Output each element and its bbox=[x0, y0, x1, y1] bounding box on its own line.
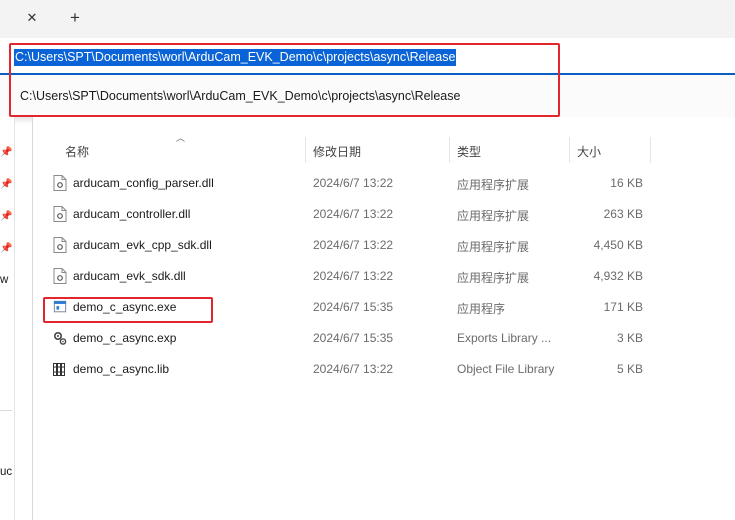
file-row[interactable]: arducam_controller.dll 2024/6/7 13:22 应用… bbox=[33, 199, 735, 230]
file-type: 应用程序 bbox=[457, 302, 506, 316]
navigation-pane bbox=[0, 117, 15, 520]
file-date: 2024/6/7 13:22 bbox=[313, 176, 394, 190]
file-type: 应用程序扩展 bbox=[457, 240, 530, 254]
file-name: arducam_config_parser.dll bbox=[73, 176, 214, 190]
column-divider[interactable] bbox=[650, 137, 651, 163]
file-date: 2024/6/7 15:35 bbox=[313, 331, 394, 345]
column-divider[interactable] bbox=[305, 137, 306, 163]
file-name: arducam_controller.dll bbox=[73, 207, 191, 221]
file-name: arducam_evk_sdk.dll bbox=[73, 269, 186, 283]
column-header-row bbox=[33, 117, 735, 165]
lib-file-icon bbox=[53, 363, 65, 376]
file-row[interactable]: arducam_evk_sdk.dll 2024/6/7 13:22 应用程序扩… bbox=[33, 261, 735, 292]
file-row[interactable]: demo_c_async.exp 2024/6/7 15:35 Exports … bbox=[33, 323, 735, 354]
nav-item-label[interactable]: uc bbox=[0, 466, 12, 478]
file-size: 263 KB bbox=[603, 207, 643, 221]
column-divider[interactable] bbox=[449, 137, 450, 163]
column-header-size[interactable]: 大小 bbox=[577, 143, 601, 160]
file-date: 2024/6/7 13:22 bbox=[313, 362, 394, 376]
highlight-box-exe bbox=[43, 297, 213, 323]
column-divider[interactable] bbox=[569, 137, 570, 163]
file-date: 2024/6/7 13:22 bbox=[313, 207, 394, 221]
file-size: 4,932 KB bbox=[593, 269, 643, 283]
file-size: 3 KB bbox=[616, 331, 643, 345]
file-type: 应用程序扩展 bbox=[457, 178, 530, 192]
pin-icon[interactable]: 📌 bbox=[0, 243, 12, 255]
dll-file-icon bbox=[53, 268, 67, 284]
file-date: 2024/6/7 13:22 bbox=[313, 238, 394, 252]
file-size: 16 KB bbox=[610, 176, 643, 190]
dll-file-icon bbox=[53, 206, 67, 222]
file-type: Object File Library bbox=[457, 362, 555, 376]
file-name: arducam_evk_cpp_sdk.dll bbox=[73, 238, 212, 252]
file-row[interactable]: demo_c_async.lib 2024/6/7 13:22 Object F… bbox=[33, 354, 735, 385]
nav-divider bbox=[0, 410, 12, 411]
column-header-type[interactable]: 类型 bbox=[457, 143, 481, 160]
file-type: Exports Library ... bbox=[457, 331, 552, 345]
nav-item-label[interactable]: w bbox=[0, 274, 8, 286]
file-date: 2024/6/7 13:22 bbox=[313, 269, 394, 283]
file-name: demo_c_async.exp bbox=[73, 331, 177, 345]
file-row[interactable]: arducam_evk_cpp_sdk.dll 2024/6/7 13:22 应… bbox=[33, 230, 735, 261]
file-name: demo_c_async.lib bbox=[73, 362, 170, 376]
pin-icon[interactable]: 📌 bbox=[0, 147, 12, 159]
file-type: 应用程序扩展 bbox=[457, 209, 530, 223]
highlight-box-address bbox=[9, 43, 560, 117]
new-tab-button[interactable]: + bbox=[66, 9, 84, 27]
file-date: 2024/6/7 15:35 bbox=[313, 300, 394, 314]
pin-icon[interactable]: 📌 bbox=[0, 211, 12, 223]
dll-file-icon bbox=[53, 237, 67, 253]
tab-strip bbox=[0, 0, 735, 38]
close-tab-icon[interactable]: ✕ bbox=[24, 10, 40, 26]
column-header-date[interactable]: 修改日期 bbox=[313, 143, 361, 160]
exp-file-icon bbox=[53, 331, 67, 345]
pin-icon[interactable]: 📌 bbox=[0, 179, 12, 191]
file-size: 171 KB bbox=[603, 300, 643, 314]
file-type: 应用程序扩展 bbox=[457, 271, 530, 285]
column-header-name[interactable]: 名称 bbox=[65, 143, 89, 160]
dll-file-icon bbox=[53, 175, 67, 191]
sort-ascending-icon: ︿ bbox=[176, 133, 186, 143]
file-size: 5 KB bbox=[616, 362, 643, 376]
file-row[interactable]: arducam_config_parser.dll 2024/6/7 13:22… bbox=[33, 168, 735, 199]
file-size: 4,450 KB bbox=[593, 238, 643, 252]
